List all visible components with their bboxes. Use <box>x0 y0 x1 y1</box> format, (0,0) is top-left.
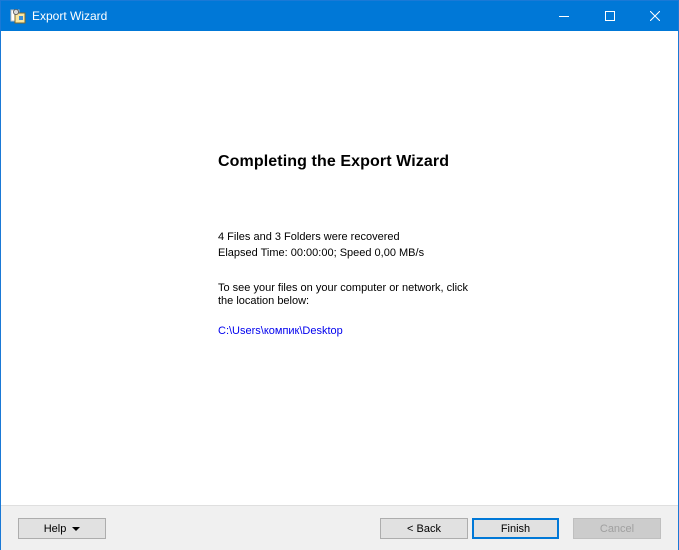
recovered-summary: 4 Files and 3 Folders were recovered <box>218 231 400 243</box>
wizard-footer: Help < Back Finish Cancel <box>1 505 678 550</box>
export-wizard-window: Export Wizard Completing the Export Wiza… <box>0 0 679 550</box>
close-icon <box>650 11 660 21</box>
finish-button[interactable]: Finish <box>472 518 559 539</box>
help-button[interactable]: Help <box>18 518 106 539</box>
location-link[interactable]: C:\Users\компик\Desktop <box>218 324 343 338</box>
elapsed-time: Elapsed Time: 00:00:00; Speed 0,00 MB/s <box>218 247 425 259</box>
title-bar[interactable]: Export Wizard <box>1 1 678 31</box>
help-button-label: Help <box>43 522 67 535</box>
cancel-button[interactable]: Cancel <box>573 518 661 539</box>
minimize-button[interactable] <box>541 1 587 31</box>
maximize-icon <box>605 11 615 21</box>
close-button[interactable] <box>632 1 678 31</box>
instructions-line-2: the location below: <box>218 295 310 307</box>
wizard-content: Completing the Export Wizard 4 Files and… <box>1 31 678 505</box>
instructions-line-1: To see your files on your computer or ne… <box>218 282 469 294</box>
dropdown-arrow-icon <box>72 526 81 531</box>
minimize-icon <box>559 16 569 17</box>
window-title: Export Wizard <box>32 9 108 23</box>
export-wizard-app-icon[interactable] <box>10 8 26 24</box>
back-button[interactable]: < Back <box>380 518 468 539</box>
page-title: Completing the Export Wizard <box>218 153 450 170</box>
maximize-button[interactable] <box>587 1 633 31</box>
